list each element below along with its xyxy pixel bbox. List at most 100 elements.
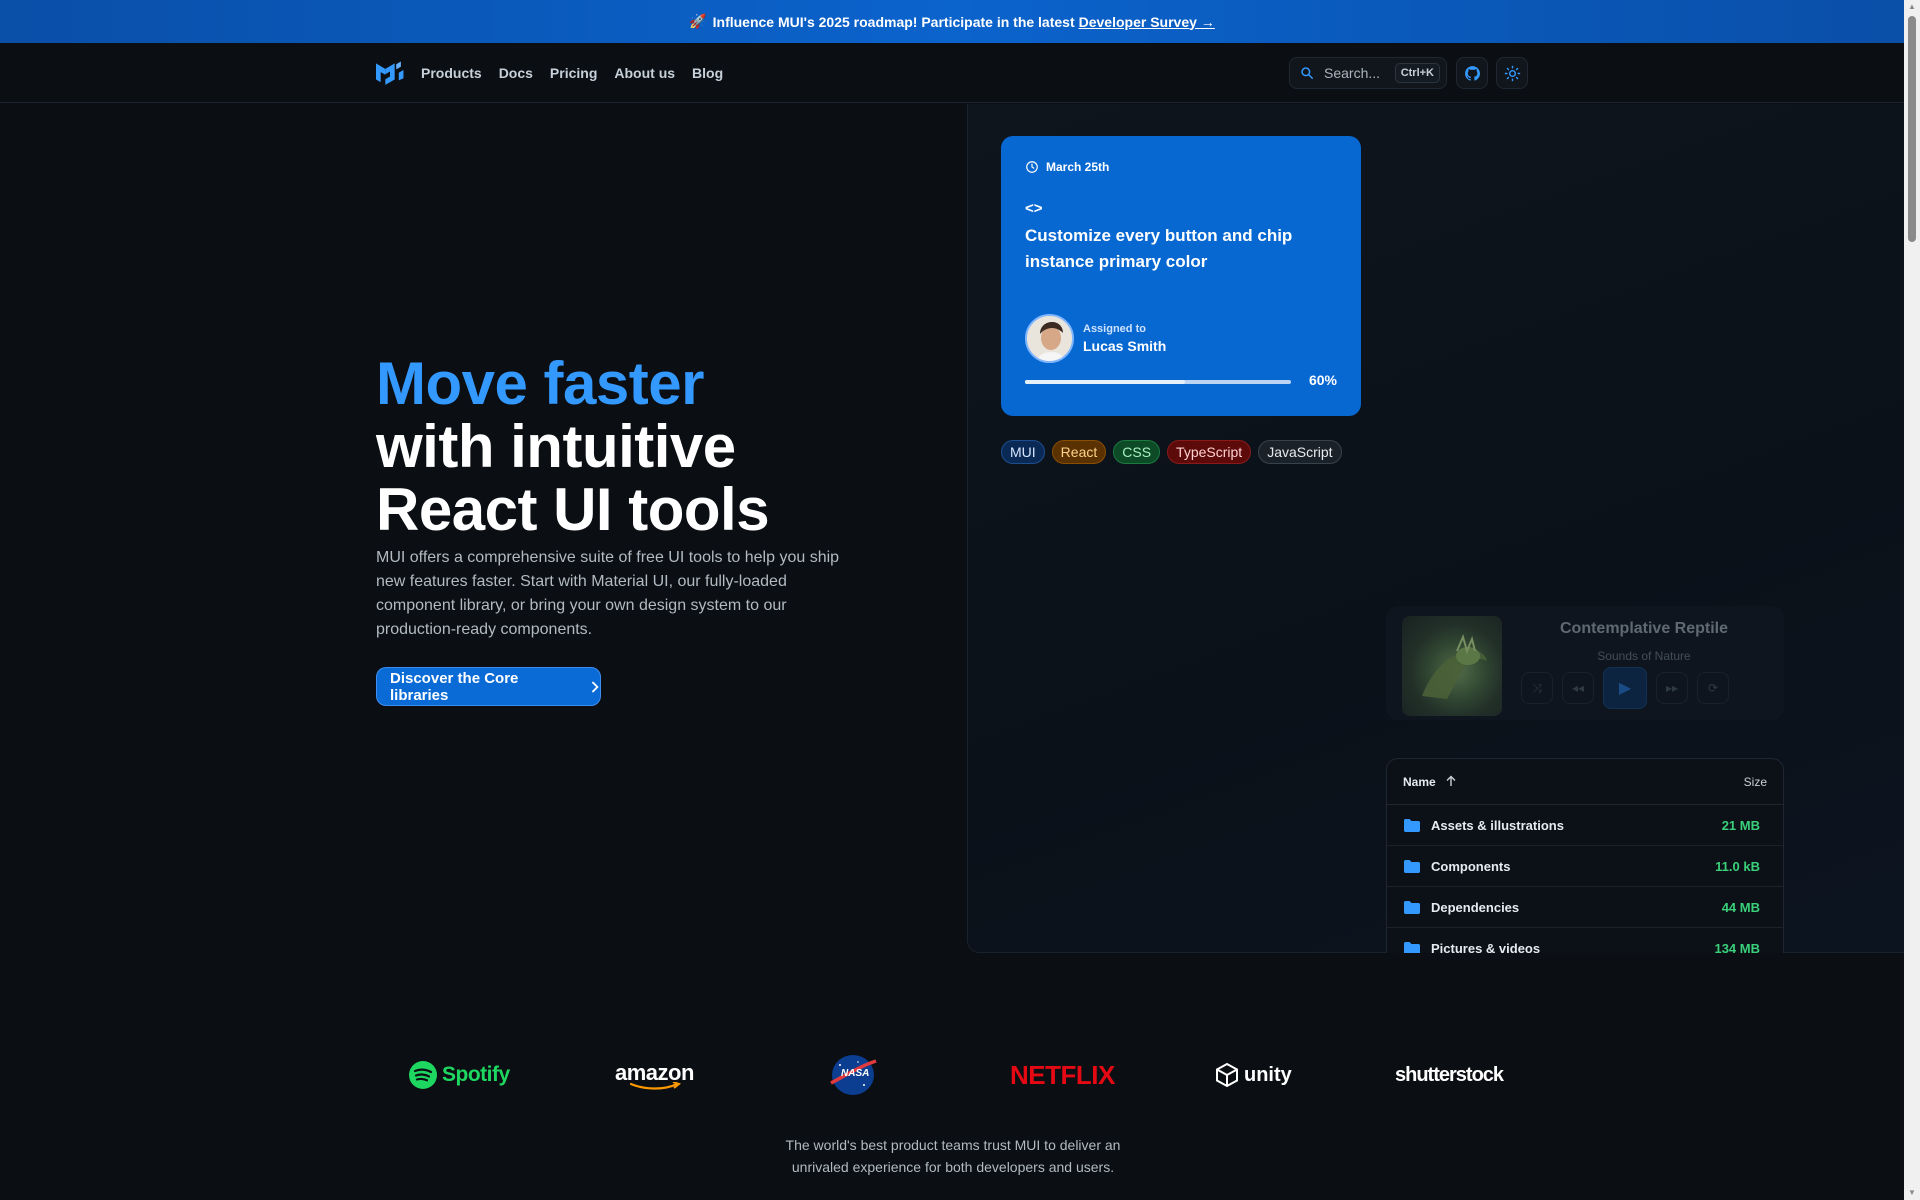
file-name: Dependencies xyxy=(1431,899,1520,915)
shuffle-button[interactable]: ⤨ xyxy=(1521,672,1553,704)
rocket-icon: 🚀 xyxy=(689,13,707,29)
file-size: 44 MB xyxy=(1721,899,1760,915)
task-progress-fill xyxy=(1025,380,1185,384)
name-column-header[interactable]: Name xyxy=(1403,775,1457,789)
loop-button[interactable]: ⟳ xyxy=(1697,672,1729,704)
developer-survey-link[interactable]: Developer Survey → xyxy=(1079,14,1215,30)
unity-wordmark: unity xyxy=(1244,1063,1292,1086)
task-date: March 25th xyxy=(1025,160,1337,174)
trust-statement: The world's best product teams trust MUI… xyxy=(785,1137,1121,1175)
table-row[interactable]: Dependencies 44 MB xyxy=(1387,887,1783,928)
chip-typescript[interactable]: TypeScript xyxy=(1167,440,1252,464)
nav-docs[interactable]: Docs xyxy=(499,65,533,81)
nasa-wordmark: NASA xyxy=(841,1068,870,1079)
spotify-icon xyxy=(409,1061,437,1089)
album-cover-image xyxy=(1402,616,1502,716)
clock-icon xyxy=(1026,161,1038,173)
fast-rewind-icon: ◂◂ xyxy=(1571,681,1585,695)
assigned-label: Assigned to xyxy=(1083,323,1146,335)
table-row[interactable]: Assets & illustrations 21 MB xyxy=(1387,805,1783,846)
file-size: 11.0 kB xyxy=(1715,858,1760,874)
customer-logos: Spotify amazon NASA NETFLIX unity shutte… xyxy=(376,1050,1536,1100)
search-placeholder: Search... xyxy=(1324,65,1381,81)
nav-pricing[interactable]: Pricing xyxy=(550,65,597,81)
hero-title-line2: with intuitive xyxy=(376,413,736,480)
track-artist: Sounds of Nature xyxy=(1597,649,1691,663)
fast-forward-icon: ▸▸ xyxy=(1665,681,1679,695)
rewind-button[interactable]: ◂◂ xyxy=(1562,672,1594,704)
spotify-wordmark: Spotify xyxy=(442,1063,510,1086)
sun-icon xyxy=(1504,65,1520,81)
chip-react[interactable]: React xyxy=(1051,440,1107,464)
cta-label: Discover the Core libraries xyxy=(390,669,519,704)
table-row[interactable]: Components 11.0 kB xyxy=(1387,846,1783,887)
file-table: Name Size Assets & illustrations 21 MB C… xyxy=(1386,758,1784,953)
file-name: Components xyxy=(1431,858,1511,874)
search-icon xyxy=(1301,67,1314,80)
discover-core-libraries-button[interactable]: Discover the Core libraries xyxy=(376,667,601,706)
nav-about-us[interactable]: About us xyxy=(614,65,675,81)
file-size: 21 MB xyxy=(1721,817,1760,833)
github-button[interactable] xyxy=(1456,57,1488,89)
arrow-up-icon xyxy=(1446,775,1456,786)
table-row[interactable]: Pictures & videos 134 MB xyxy=(1387,928,1783,953)
play-button[interactable]: ▶ xyxy=(1603,667,1647,709)
tech-chips: MUI React CSS TypeScript JavaScript xyxy=(1001,440,1342,464)
theme-toggle-button[interactable] xyxy=(1496,57,1528,89)
chip-mui[interactable]: MUI xyxy=(1001,440,1045,464)
task-progress-label: 60% xyxy=(1308,372,1337,388)
file-name: Pictures & videos xyxy=(1431,940,1541,954)
amazon-smile-icon xyxy=(630,1082,682,1090)
loop-icon: ⟳ xyxy=(1707,681,1719,695)
hero-title-accent: Move faster xyxy=(376,350,704,417)
track-title: Contemplative Reptile xyxy=(1559,620,1729,637)
amazon-logo: amazon xyxy=(615,1050,694,1100)
netflix-wordmark: NETFLIX xyxy=(1010,1059,1115,1090)
code-icon: <> xyxy=(1025,200,1043,217)
task-card: March 25th <> Customize every button and… xyxy=(1001,136,1361,416)
github-icon xyxy=(1464,65,1480,81)
assignee-name: Lucas Smith xyxy=(1083,338,1167,354)
name-column-label: Name xyxy=(1403,774,1436,789)
task-progress-bar xyxy=(1025,380,1291,384)
task-date-text: March 25th xyxy=(1046,160,1110,174)
task-assignee: Assigned to Lucas Smith xyxy=(1025,314,1166,363)
file-name: Assets & illustrations xyxy=(1431,817,1564,833)
folder-icon xyxy=(1404,818,1420,832)
hero-title: Move faster with intuitive React UI tool… xyxy=(376,350,770,543)
nav-products[interactable]: Products xyxy=(421,65,482,81)
folder-icon xyxy=(1404,900,1420,914)
chip-css[interactable]: CSS xyxy=(1113,440,1161,464)
announcement-banner: 🚀 Influence MUI's 2025 roadmap! Particip… xyxy=(0,0,1904,43)
hero-title-line3: React UI tools xyxy=(376,476,770,543)
unity-icon xyxy=(1216,1062,1238,1088)
nav-blog[interactable]: Blog xyxy=(692,65,723,81)
shutterstock-logo: shutterstock xyxy=(1395,1050,1504,1100)
shutterstock-wordmark: shutterstock xyxy=(1395,1063,1504,1086)
chip-javascript[interactable]: JavaScript xyxy=(1258,440,1342,464)
forward-button[interactable]: ▸▸ xyxy=(1656,672,1688,704)
unity-logo: unity xyxy=(1214,1050,1292,1100)
scroll-down-icon[interactable]: ▼ xyxy=(1908,1188,1916,1197)
folder-icon xyxy=(1404,859,1420,873)
site-header: Products Docs Pricing About us Blog Sear… xyxy=(0,43,1904,103)
shuffle-icon: ⤨ xyxy=(1532,680,1542,695)
music-player-card: Contemplative Reptile Sounds of Nature ⤨… xyxy=(1386,606,1784,720)
page-scrollbar[interactable]: ▲ ▼ xyxy=(1904,0,1920,1200)
play-icon: ▶ xyxy=(1618,680,1632,697)
search-button[interactable]: Search... Ctrl+K xyxy=(1289,57,1447,89)
size-column-header[interactable]: Size xyxy=(1744,775,1767,789)
main-nav: Products Docs Pricing About us Blog xyxy=(421,43,723,103)
mui-logo-icon[interactable] xyxy=(376,60,404,86)
task-title: Customize every button and chip instance… xyxy=(1025,226,1293,271)
scroll-up-icon[interactable]: ▲ xyxy=(1908,2,1916,11)
nasa-logo: NASA xyxy=(828,1050,878,1100)
file-table-header: Name Size xyxy=(1387,759,1783,805)
chevron-right-icon xyxy=(592,681,599,692)
scrollbar-thumb[interactable] xyxy=(1908,16,1916,242)
search-shortcut: Ctrl+K xyxy=(1394,63,1440,83)
folder-icon xyxy=(1404,941,1420,953)
avatar xyxy=(1025,314,1074,363)
banner-text: Influence MUI's 2025 roadmap! Participat… xyxy=(712,13,1075,30)
hero-description: MUI offers a comprehensive suite of free… xyxy=(376,549,840,638)
